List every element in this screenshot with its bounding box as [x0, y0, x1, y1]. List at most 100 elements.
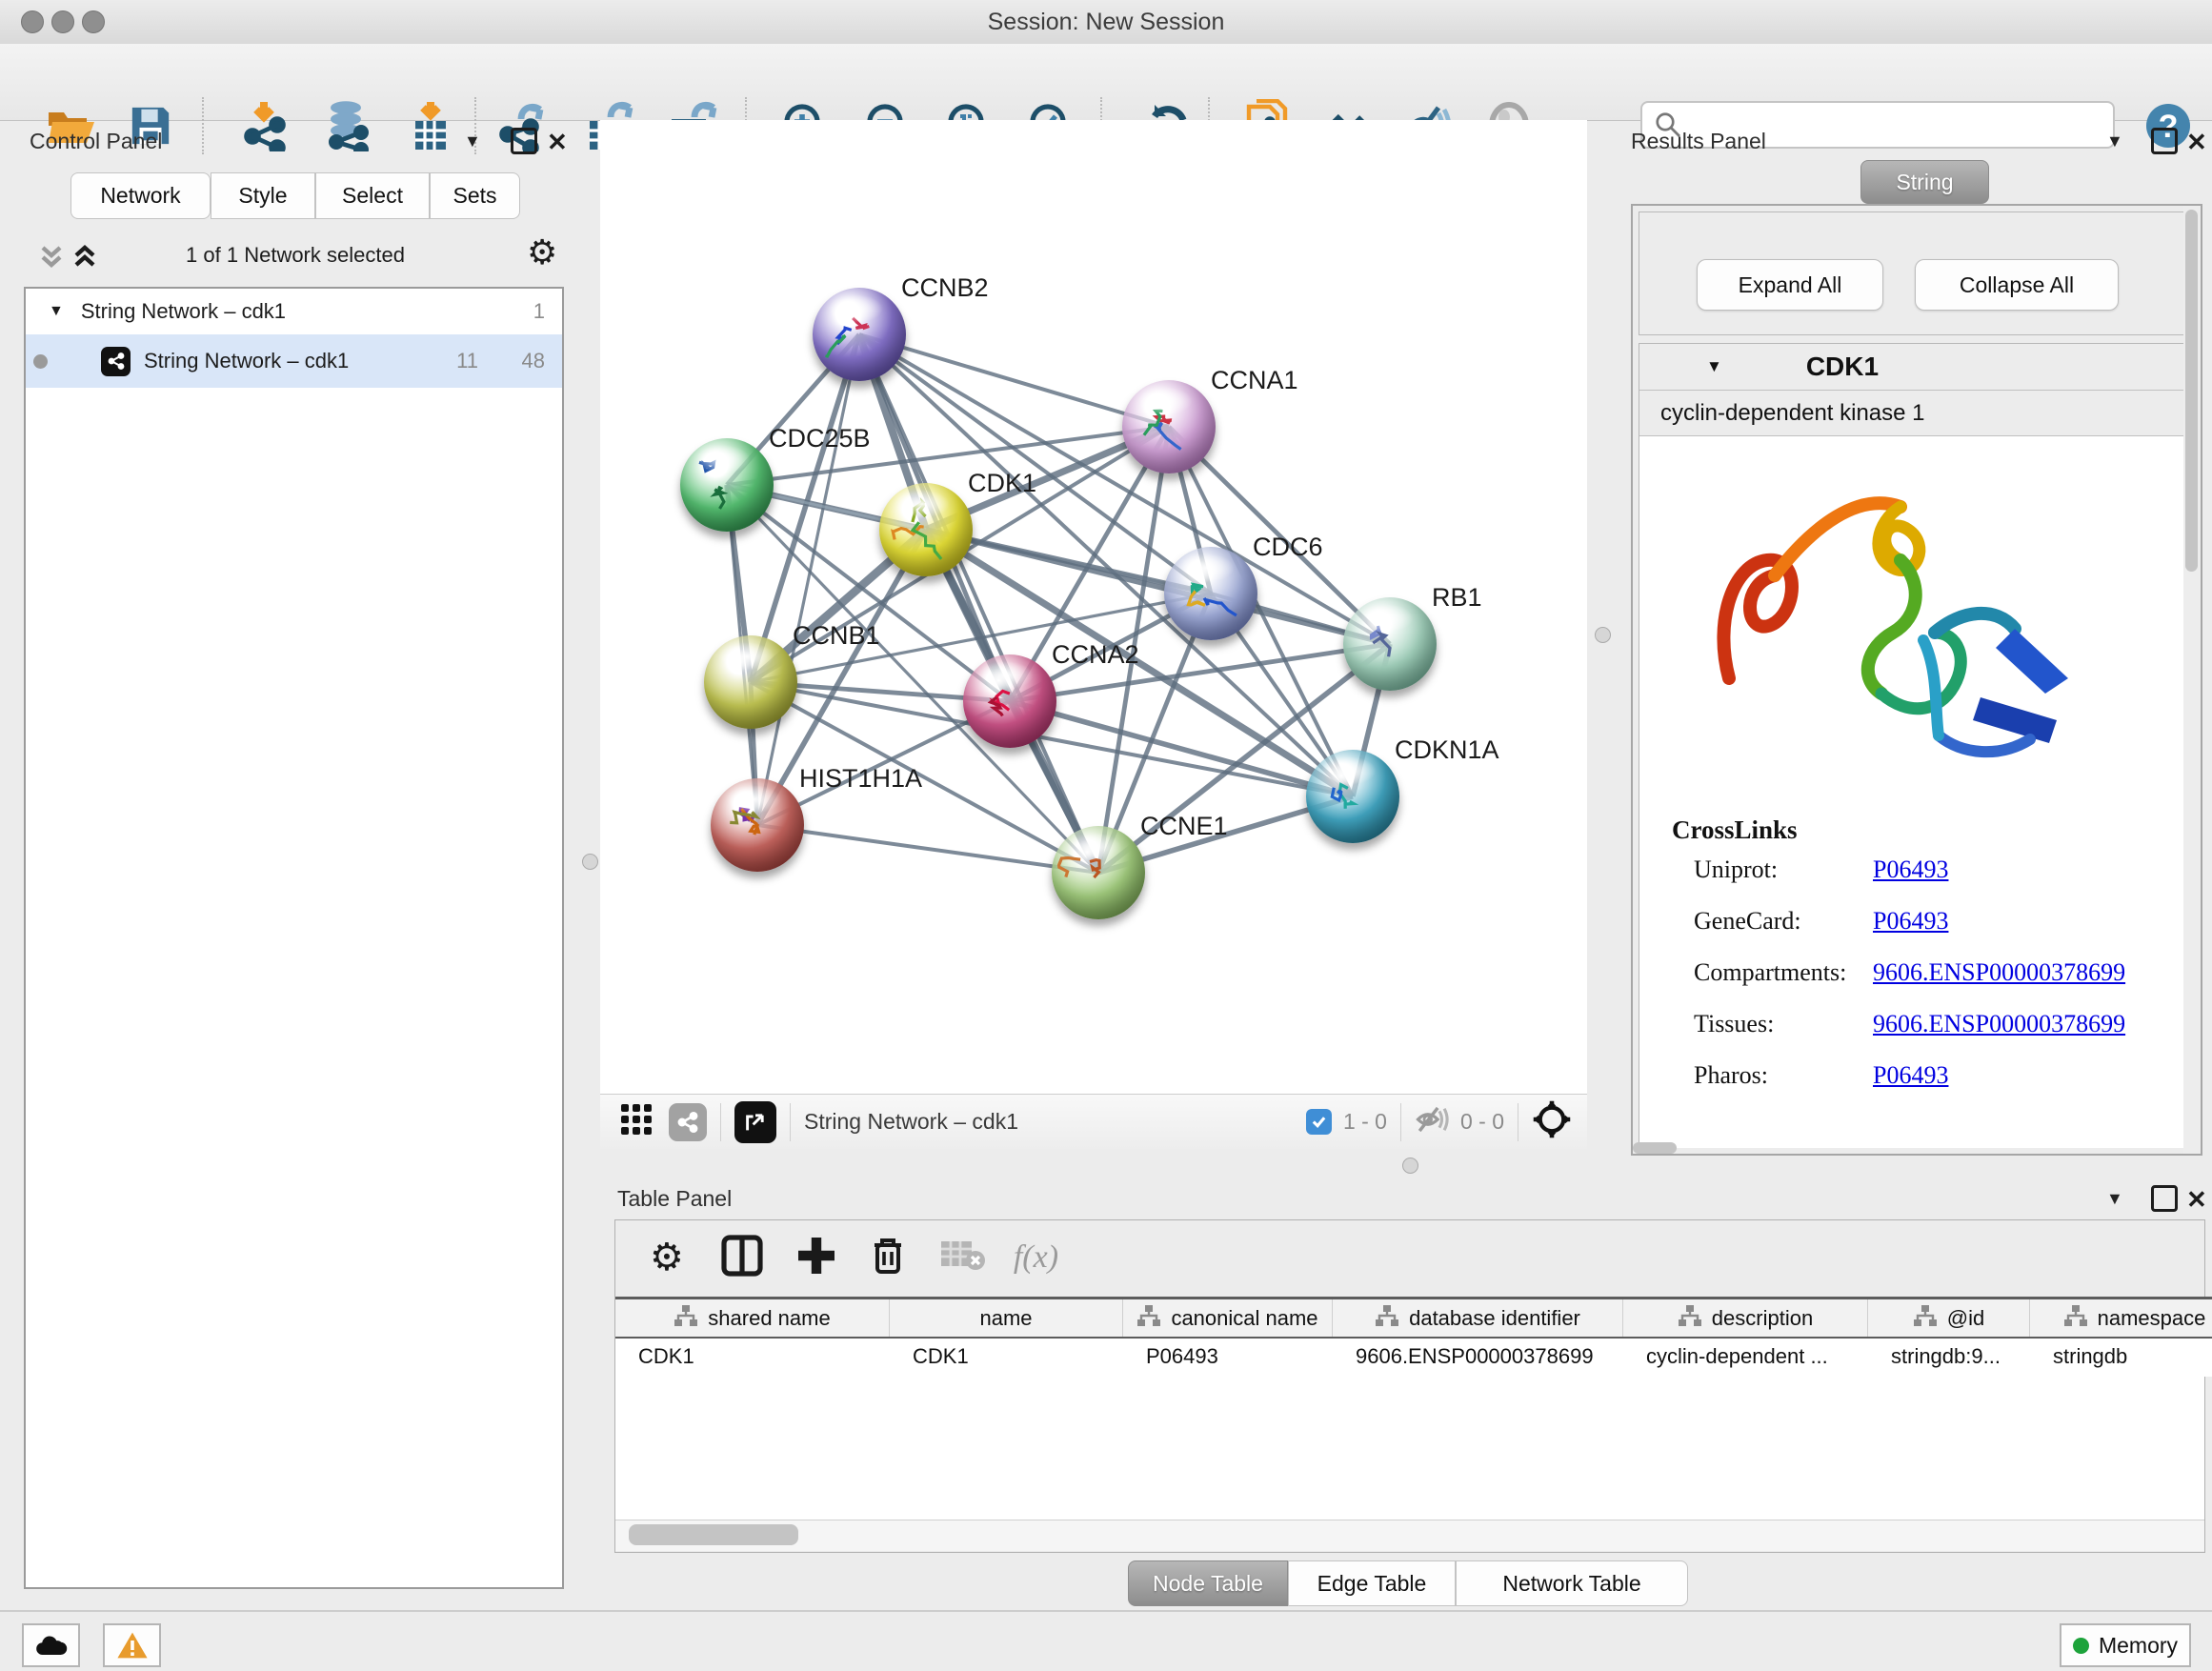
column-header-id[interactable]: @id — [1868, 1299, 2030, 1337]
sphere-highlight — [1321, 756, 1377, 785]
import-database-icon[interactable] — [319, 99, 372, 152]
table-cell[interactable]: stringdb — [2030, 1339, 2212, 1375]
collapse-all-button[interactable]: Collapse All — [1915, 259, 2119, 311]
title-bar: Session: New Session — [0, 0, 2212, 45]
memory-status-dot-icon — [2073, 1638, 2089, 1654]
float-panel-icon[interactable] — [511, 128, 537, 154]
control-panel-menu-icon[interactable]: ▼ — [464, 131, 481, 151]
column-tree-icon — [1136, 1304, 1161, 1333]
float-table-panel-icon[interactable] — [2151, 1185, 2178, 1212]
memory-button[interactable]: Memory — [2060, 1623, 2191, 1667]
node-label-cdk1: CDK1 — [968, 469, 1036, 498]
table-settings-gear-icon[interactable]: ⚙ — [650, 1236, 684, 1279]
bottom-splitter-handle[interactable] — [1402, 1158, 1418, 1174]
network-canvas[interactable]: CCNB2CCNA1CDC25BCDK1CDC6RB1CCNB1CCNA2CDK… — [600, 120, 1587, 1094]
tab-select[interactable]: Select — [315, 172, 430, 219]
table-row[interactable]: CDK1CDK1P064939606.ENSP00000378699cyclin… — [615, 1339, 2212, 1377]
tab-edge-table[interactable]: Edge Table — [1288, 1560, 1456, 1606]
tab-network[interactable]: Network — [70, 172, 211, 219]
window-title: Session: New Session — [0, 9, 2212, 36]
gene-description-row: cyclin-dependent kinase 1 — [1639, 391, 2194, 436]
close-panel-icon[interactable]: ✕ — [547, 128, 568, 157]
network-node-rb1[interactable] — [1343, 597, 1437, 691]
network-node-ccnb2[interactable] — [813, 288, 906, 381]
table-cell[interactable]: 9606.ENSP00000378699 — [1333, 1339, 1623, 1375]
table-hscrollbar[interactable] — [615, 1520, 2204, 1551]
table-cell[interactable]: stringdb:9... — [1868, 1339, 2030, 1375]
tab-network-table[interactable]: Network Table — [1456, 1560, 1688, 1606]
tab-style[interactable]: Style — [211, 172, 315, 219]
left-splitter-handle[interactable] — [582, 854, 598, 870]
expand-all-networks-icon[interactable] — [69, 240, 101, 277]
close-results-panel-icon[interactable]: ✕ — [2186, 128, 2207, 157]
fit-selected-target-icon[interactable] — [1532, 1099, 1572, 1144]
network-style-icon[interactable] — [669, 1103, 707, 1141]
right-splitter-handle[interactable] — [1595, 627, 1611, 643]
hidden-eye-slash-icon[interactable] — [1415, 1104, 1451, 1139]
collapse-all-networks-icon[interactable] — [35, 240, 68, 277]
network-node-hist1h1a[interactable] — [711, 778, 804, 872]
float-results-panel-icon[interactable] — [2151, 128, 2178, 154]
gene-section-header[interactable]: ▼ CDK1 — [1639, 344, 2194, 391]
import-table-icon[interactable] — [404, 99, 457, 152]
sphere-highlight — [1179, 554, 1235, 582]
network-row-selected[interactable]: String Network – cdk1 11 48 — [26, 334, 562, 388]
delete-column-trash-icon[interactable] — [869, 1234, 907, 1282]
table-cell[interactable]: CDK1 — [890, 1339, 1123, 1375]
warning-status-button[interactable] — [103, 1623, 161, 1667]
import-network-icon[interactable] — [238, 99, 292, 152]
crosslink-link[interactable]: P06493 — [1873, 856, 1948, 884]
tab-sets[interactable]: Sets — [430, 172, 520, 219]
column-header-name[interactable]: name — [890, 1299, 1123, 1337]
table-cell[interactable]: CDK1 — [615, 1339, 890, 1375]
cloud-status-button[interactable] — [22, 1623, 80, 1667]
warning-icon — [116, 1631, 149, 1660]
network-node-cdc25b[interactable] — [680, 438, 774, 532]
crosslink-link[interactable]: 9606.ENSP00000378699 — [1873, 958, 2125, 987]
column-tree-icon — [1913, 1304, 1938, 1333]
network-node-ccna1[interactable] — [1122, 380, 1216, 473]
column-header-namespace[interactable]: namespace — [2030, 1299, 2212, 1337]
column-header-databaseidentifier[interactable]: database identifier — [1333, 1299, 1623, 1337]
column-header-canonicalname[interactable]: canonical name — [1123, 1299, 1333, 1337]
crosslinks-heading: CrossLinks — [1672, 815, 1798, 845]
collapse-triangle-icon[interactable]: ▼ — [49, 303, 64, 320]
hidden-counts: 0 - 0 — [1460, 1109, 1504, 1135]
network-node-cdc6[interactable] — [1164, 547, 1257, 640]
crosslink-link[interactable]: 9606.ENSP00000378699 — [1873, 1010, 2125, 1038]
column-header-description[interactable]: description — [1623, 1299, 1868, 1337]
network-node-ccnb1[interactable] — [704, 635, 797, 729]
section-collapse-triangle-icon[interactable]: ▼ — [1706, 357, 1722, 376]
open-in-new-window-icon[interactable] — [734, 1101, 776, 1143]
table-panel-title: Table Panel — [617, 1186, 732, 1212]
table-cell[interactable]: P06493 — [1123, 1339, 1333, 1375]
add-column-icon[interactable] — [794, 1234, 838, 1282]
tab-node-table[interactable]: Node Table — [1128, 1560, 1288, 1606]
show-columns-icon[interactable] — [720, 1234, 764, 1282]
results-scrollbar[interactable] — [2183, 206, 2201, 1154]
gene-name: CDK1 — [1806, 352, 1879, 382]
expand-all-button[interactable]: Expand All — [1697, 259, 1883, 311]
network-node-ccne1[interactable] — [1052, 826, 1145, 919]
network-node-cdk1[interactable] — [879, 483, 973, 576]
birds-eye-view-icon[interactable] — [619, 1102, 654, 1141]
column-header-sharedname[interactable]: shared name — [615, 1299, 890, 1337]
results-hscrollbar-thumb[interactable] — [1633, 1142, 1677, 1154]
network-node-cdkn1a[interactable] — [1306, 750, 1399, 843]
table-panel-menu-icon[interactable]: ▼ — [2106, 1189, 2123, 1209]
network-collection-row[interactable]: ▼ String Network – cdk1 1 — [26, 289, 562, 334]
network-view-toolbar: String Network – cdk1 1 - 0 0 - 0 — [600, 1094, 1587, 1149]
selected-nodes-checkbox-icon[interactable] — [1306, 1109, 1332, 1135]
table-cell[interactable]: cyclin-dependent ... — [1623, 1339, 1868, 1375]
network-node-ccna2[interactable] — [963, 654, 1056, 748]
tab-string-results[interactable]: String — [1860, 160, 1989, 204]
crosslink-link[interactable]: P06493 — [1873, 907, 1948, 936]
network-options-gear-icon[interactable]: ⚙ — [527, 232, 557, 272]
network-view-title: String Network – cdk1 — [804, 1109, 1018, 1135]
results-panel-menu-icon[interactable]: ▼ — [2106, 131, 2123, 151]
column-header-label: name — [979, 1306, 1032, 1331]
crosslink-link[interactable]: P06493 — [1873, 1061, 1948, 1090]
close-table-panel-icon[interactable]: ✕ — [2186, 1185, 2207, 1215]
column-header-label: canonical name — [1171, 1306, 1317, 1331]
gene-detail-area: CrossLinks Uniprot:P06493GeneCard:P06493… — [1639, 436, 2194, 1148]
